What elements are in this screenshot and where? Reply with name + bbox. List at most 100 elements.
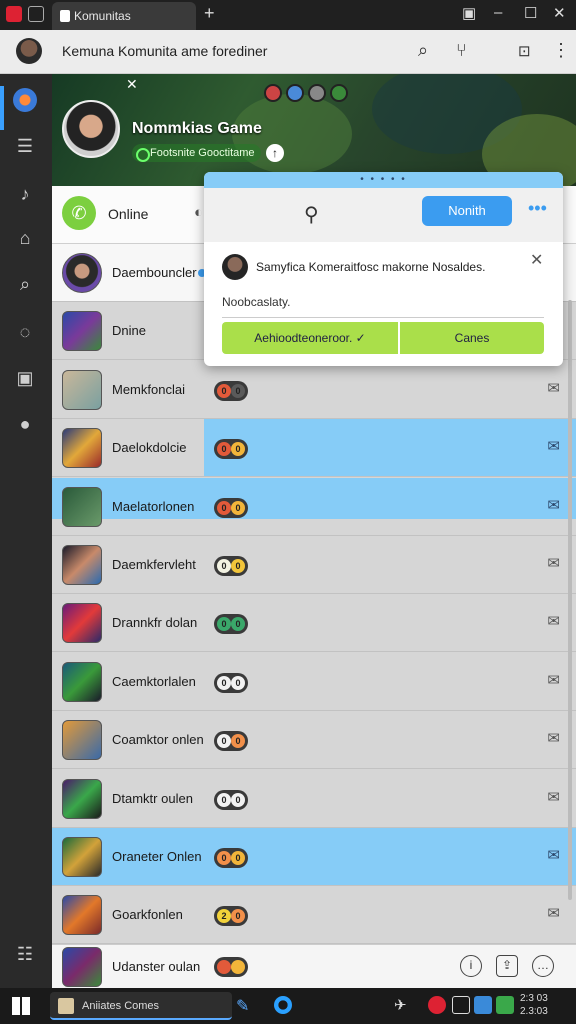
bubble-icon[interactable]: ● bbox=[13, 412, 37, 436]
tray-green-icon[interactable] bbox=[496, 996, 514, 1014]
friend-row[interactable]: Coamktor onlen 0 0 ✉ bbox=[52, 711, 576, 770]
message-icon[interactable]: ✉ bbox=[547, 846, 560, 864]
player-name: Udanster oulan bbox=[112, 959, 201, 974]
tab-title: Komunitas bbox=[74, 9, 131, 23]
player-name: Drannkfr dolan bbox=[112, 615, 198, 631]
game-banner: ✕ Nommkias Game Footsnite Gooctitame ↑ bbox=[52, 74, 576, 194]
search-icon[interactable]: ⌕ bbox=[13, 272, 37, 296]
player-thumbnail bbox=[62, 428, 102, 469]
taskbar-app-label: Aniiates Comes bbox=[82, 1000, 160, 1012]
close-banner-icon[interactable]: ✕ bbox=[126, 76, 138, 93]
message-icon[interactable]: ✉ bbox=[547, 554, 560, 572]
friend-row[interactable]: Drannkfr dolan 0 0 ✉ bbox=[52, 594, 576, 653]
dialog-message: Samyfica Komeraitfosc makorne Nosaldes. bbox=[256, 260, 486, 274]
globe-icon[interactable] bbox=[13, 88, 37, 112]
new-tab-button[interactable]: + bbox=[204, 3, 215, 24]
message-icon[interactable]: ✉ bbox=[547, 904, 560, 922]
message-icon[interactable]: ✉ bbox=[547, 729, 560, 747]
cast-icon[interactable]: ⊡ bbox=[518, 42, 531, 60]
tag-icon[interactable]: ⌂ bbox=[13, 226, 37, 250]
minimize-button[interactable]: – bbox=[494, 4, 502, 21]
game-avatar bbox=[62, 100, 120, 158]
message-icon[interactable]: ✉ bbox=[547, 788, 560, 806]
badge-count: 0 bbox=[231, 851, 245, 865]
friend-row[interactable]: Daemkfervleht 0 0 ✉ bbox=[52, 536, 576, 594]
chat-icon[interactable]: … bbox=[532, 955, 554, 977]
more-options-icon[interactable]: ••• bbox=[528, 198, 547, 219]
primary-button[interactable]: Nonith bbox=[422, 196, 512, 226]
chat-icon[interactable]: ◌ bbox=[13, 320, 37, 344]
calendar-icon[interactable]: ▣ bbox=[13, 366, 37, 390]
message-icon[interactable]: ✉ bbox=[547, 379, 560, 397]
message-icon[interactable]: ✉ bbox=[547, 496, 560, 514]
player-thumbnail bbox=[62, 947, 102, 987]
music-icon[interactable]: ♪ bbox=[13, 182, 37, 206]
message-icon[interactable]: ✉ bbox=[547, 671, 560, 689]
message-icon[interactable]: ✉ bbox=[547, 437, 560, 455]
status-badge: 00 bbox=[214, 380, 248, 401]
tab-list-icon[interactable]: ▣ bbox=[462, 4, 476, 22]
grid-icon[interactable]: ☰ bbox=[13, 134, 37, 158]
share-icon[interactable]: ⇪ bbox=[496, 955, 518, 977]
accept-button[interactable]: Aehioodteoneroor. ✓ bbox=[222, 322, 398, 354]
search-icon[interactable]: ⌕ bbox=[418, 40, 428, 61]
player-thumbnail bbox=[62, 486, 102, 527]
sender-avatar bbox=[222, 254, 248, 280]
page-title: Kemuna Komunita ame forediner bbox=[62, 43, 268, 59]
friend-row[interactable]: Maelatorlonen 0 0 ✉ bbox=[52, 477, 576, 536]
player-thumbnail bbox=[62, 603, 102, 644]
cortana-icon[interactable] bbox=[274, 996, 292, 1014]
player-name: Maelatorlonen bbox=[112, 498, 195, 514]
os-taskbar: Aniiates Comes ✎ ✈ 2:3 03 2.3:03 bbox=[0, 988, 576, 1024]
key-icon[interactable]: ⚲ bbox=[304, 202, 319, 227]
badge-count: 0 bbox=[231, 500, 245, 515]
status-badge: 00 bbox=[214, 672, 248, 693]
friend-row[interactable]: Memkfonclai 0 0 ✉ bbox=[52, 360, 576, 419]
badge-count: 0 bbox=[231, 442, 245, 457]
taskbar-app[interactable]: Aniiates Comes bbox=[50, 992, 232, 1020]
network-icon[interactable]: ✈ bbox=[394, 996, 412, 1014]
dialog-input[interactable]: Noobcaslaty. bbox=[222, 292, 544, 318]
close-icon[interactable]: ✕ bbox=[530, 250, 543, 270]
pen-icon[interactable]: ✎ bbox=[236, 996, 254, 1015]
cancel-button[interactable]: Canes bbox=[400, 322, 544, 354]
friend-row[interactable]: Oraneter Onlen 0 0 ✉ bbox=[52, 828, 576, 886]
friend-row[interactable]: Daelokdolcie 0 0 ✉ bbox=[52, 419, 576, 478]
hero-chip-icon[interactable] bbox=[330, 84, 348, 102]
player-name: Dtamktr oulen bbox=[112, 790, 193, 806]
message-icon[interactable]: ✉ bbox=[547, 612, 560, 630]
player-thumbnail bbox=[62, 895, 102, 936]
invite-dialog: • • • • • ⚲ Nonith ••• Samyfica Komerait… bbox=[204, 172, 563, 366]
close-button[interactable]: ✕ bbox=[553, 4, 566, 22]
friend-row[interactable]: Goarkfonlen 2 0 ✉ bbox=[52, 886, 576, 945]
hero-chip-icon[interactable] bbox=[264, 84, 282, 102]
tray-box-icon[interactable] bbox=[452, 996, 470, 1014]
player-thumbnail bbox=[62, 720, 102, 761]
windows-start-icon[interactable] bbox=[12, 997, 30, 1015]
tab-menu-icon[interactable] bbox=[28, 6, 44, 22]
player-thumbnail bbox=[62, 837, 102, 877]
tab-komunitas[interactable]: Komunitas bbox=[52, 2, 196, 30]
player-thumbnail bbox=[62, 253, 102, 293]
badge-dot-icon bbox=[217, 960, 231, 974]
upload-icon[interactable]: ↑ bbox=[266, 144, 284, 162]
hero-chip-icon[interactable] bbox=[308, 84, 326, 102]
status-badge: 00 bbox=[214, 731, 248, 752]
badge-count: 0 bbox=[217, 734, 231, 749]
friend-row[interactable]: Dtamktr oulen 0 0 ✉ bbox=[52, 769, 576, 828]
info-icon[interactable]: i bbox=[460, 955, 482, 977]
tray-app-icon[interactable] bbox=[428, 996, 446, 1014]
maximize-button[interactable]: ☐ bbox=[524, 4, 537, 22]
scrollbar[interactable] bbox=[568, 300, 572, 900]
badge-count: 0 bbox=[217, 500, 231, 515]
friend-row[interactable]: Caemktorlalen 0 0 ✉ bbox=[52, 652, 576, 711]
hero-chip-icon[interactable] bbox=[286, 84, 304, 102]
badge-count: 0 bbox=[217, 442, 231, 457]
user-avatar[interactable] bbox=[16, 38, 42, 64]
share-icon[interactable]: ⑂ bbox=[456, 40, 467, 61]
online-more-icon[interactable]: ◐ bbox=[194, 204, 203, 221]
clock[interactable]: 2:3 03 2.3:03 bbox=[520, 992, 548, 1018]
apps-grid-icon[interactable]: ☷ bbox=[13, 942, 37, 966]
tray-blue-icon[interactable] bbox=[474, 996, 492, 1014]
more-menu-icon[interactable]: ⋮ bbox=[552, 40, 570, 61]
